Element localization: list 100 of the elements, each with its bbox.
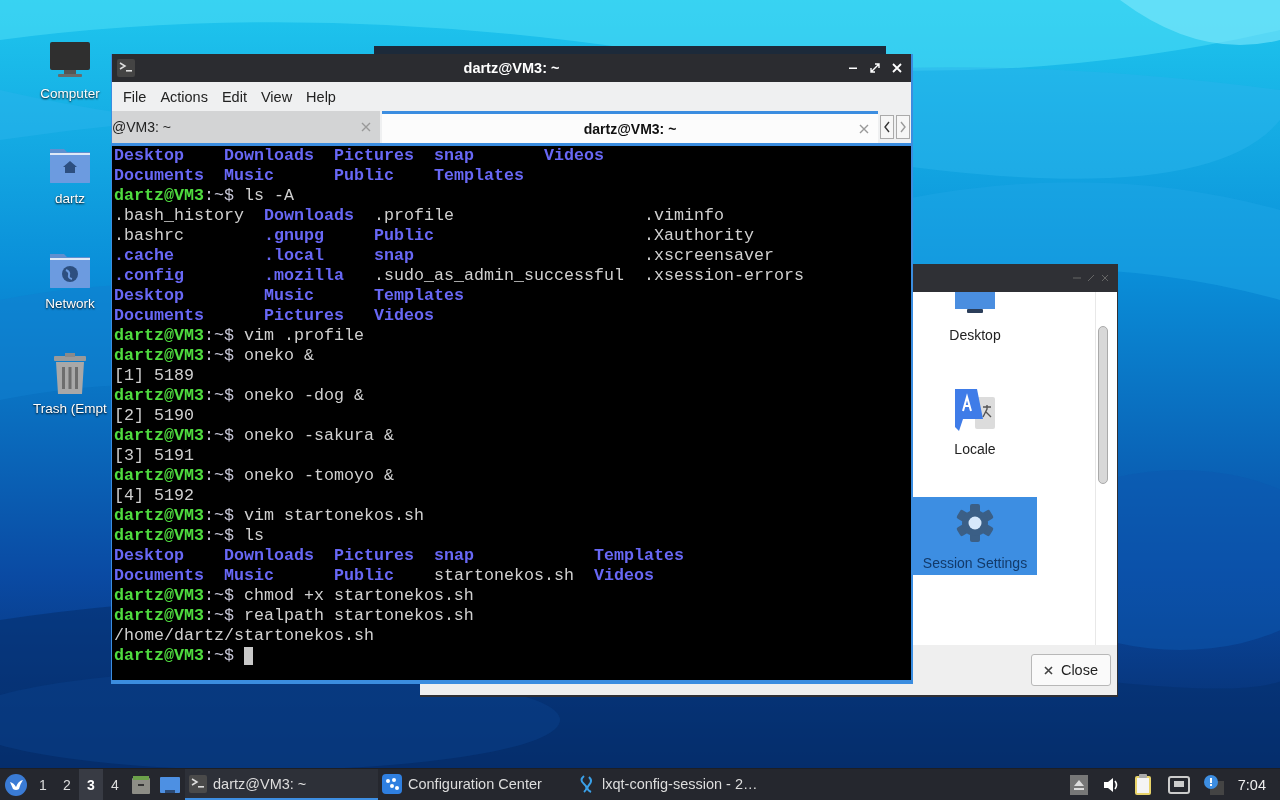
desktop-button[interactable]: 2 xyxy=(55,769,79,800)
task-button[interactable]: lxqt-config-session - 2… xyxy=(574,769,766,800)
folder-name: .gnupg xyxy=(264,226,324,245)
folder-name: snap xyxy=(434,546,474,565)
output-text: [2] 5190 xyxy=(114,406,194,426)
window-icon xyxy=(159,775,181,794)
file-name: .xsession-errors xyxy=(644,266,804,285)
cabinet-icon xyxy=(131,774,151,795)
file-name: startonekos.sh xyxy=(434,566,574,585)
file-name: .xscreensaver xyxy=(644,246,774,265)
tab[interactable]: dartz@VM3: ~ xyxy=(382,111,878,143)
folder-name: Music xyxy=(224,166,274,185)
output-text: [4] 5192 xyxy=(114,486,194,506)
folder-name: Public xyxy=(374,226,434,245)
prompt: dartz@VM3:~$ xyxy=(114,346,234,366)
folder-name: Templates xyxy=(594,546,684,565)
eject-icon[interactable] xyxy=(1069,774,1088,795)
scroll-left-button[interactable] xyxy=(880,115,894,139)
bird-logo-icon xyxy=(5,773,27,796)
folder-name: Pictures xyxy=(334,146,414,165)
prompt: dartz@VM3:~$ xyxy=(114,466,234,486)
chevron-right-icon xyxy=(899,121,907,133)
command-text: oneko -dog & xyxy=(243,386,364,406)
desktop-button[interactable]: 4 xyxy=(103,769,127,800)
prompt: dartz@VM3:~$ xyxy=(114,186,234,206)
output-text: [1] 5189 xyxy=(114,366,194,386)
file-name: .sudo_as_admin_successful xyxy=(374,266,624,285)
file-name: .bash_history xyxy=(114,206,244,225)
volume-icon[interactable] xyxy=(1101,775,1120,794)
chevron-left-icon xyxy=(883,121,891,133)
folder-name: Documents xyxy=(114,166,204,185)
command-text: oneko & xyxy=(243,346,314,366)
folder-name: Documents xyxy=(114,566,204,585)
settings-item[interactable]: Locale xyxy=(913,383,1037,461)
command-text: oneko -sakura & xyxy=(243,426,394,446)
desktop-button[interactable]: 3 xyxy=(79,769,103,800)
file-name: .bashrc xyxy=(114,226,184,245)
gear-icon xyxy=(955,503,995,543)
command-text: vim .profile xyxy=(243,326,364,346)
folder-name: Videos xyxy=(594,566,654,585)
command-text: oneko -tomoyo & xyxy=(243,466,394,486)
folder-name: Music xyxy=(224,566,274,585)
folder-name: snap xyxy=(374,246,414,265)
file-name: .profile xyxy=(374,206,454,225)
folder-name: Templates xyxy=(434,166,524,185)
menu-item[interactable]: Edit xyxy=(214,88,254,105)
folder-name: Templates xyxy=(374,286,464,305)
dots-app-icon xyxy=(382,773,402,794)
command-text: realpath startonekos.sh xyxy=(243,606,474,626)
tab[interactable]: @VM3: ~ xyxy=(112,111,380,143)
menu-item[interactable]: Help xyxy=(299,88,343,105)
folder-name: Desktop xyxy=(114,146,184,165)
output-text: /home/dartz/startonekos.sh xyxy=(114,626,374,646)
desktop-button[interactable]: 1 xyxy=(31,769,55,800)
prompt: dartz@VM3:~$ xyxy=(114,646,234,666)
folder-name: .mozilla xyxy=(264,266,344,285)
maximize-icon xyxy=(870,63,880,73)
folder-name: Music xyxy=(264,286,314,305)
folder-name: .cache xyxy=(114,246,174,265)
scrollbar[interactable] xyxy=(1098,326,1108,484)
folder-name: Pictures xyxy=(334,546,414,565)
prompt: dartz@VM3:~$ xyxy=(114,426,234,446)
close-button[interactable]: Close xyxy=(1030,654,1111,686)
folder-name: Desktop xyxy=(114,286,184,305)
settings-item[interactable]: Desktop xyxy=(913,292,1037,347)
folder-name: Documents xyxy=(114,306,204,325)
menu-item[interactable]: Actions xyxy=(153,88,215,105)
folder-name: snap xyxy=(434,146,474,165)
prompt: dartz@VM3:~$ xyxy=(114,606,234,626)
terminal-icon xyxy=(189,774,207,793)
command-text: ls xyxy=(243,526,264,546)
folder-name: .local xyxy=(264,246,324,265)
prompt: dartz@VM3:~$ xyxy=(114,586,234,606)
command-text: vim startonekos.sh xyxy=(243,506,424,526)
close-icon xyxy=(1043,665,1053,675)
window-title: dartz@VM3: ~ xyxy=(463,60,560,76)
close-icon[interactable] xyxy=(858,122,870,135)
command-text: chmod +x startonekos.sh xyxy=(243,586,474,606)
folder-name: .config xyxy=(114,266,184,285)
folder-name: Pictures xyxy=(264,306,344,325)
terminal-icon xyxy=(117,59,135,77)
clock[interactable]: 7:04 xyxy=(1237,776,1266,793)
folder-name: Videos xyxy=(544,146,604,165)
command-text: ls -A xyxy=(243,186,294,206)
menu-item[interactable]: File xyxy=(116,88,154,105)
task-button[interactable]: dartz@VM3: ~ xyxy=(185,769,378,800)
prompt: dartz@VM3:~$ xyxy=(114,526,234,546)
icon-label[interactable]: Trash (Empt xyxy=(33,401,107,416)
folder-name: Downloads xyxy=(224,546,314,565)
notification-icon[interactable] xyxy=(1203,774,1224,795)
folder-name: Public xyxy=(334,566,394,585)
clipboard-icon[interactable] xyxy=(1133,773,1154,796)
icon-label[interactable]: Network xyxy=(45,296,95,311)
menu-item[interactable]: View xyxy=(253,88,300,105)
prompt: dartz@VM3:~$ xyxy=(114,506,234,526)
folder-name: Videos xyxy=(374,306,434,325)
prompt: dartz@VM3:~$ xyxy=(114,386,234,406)
task-button[interactable]: Configuration Center xyxy=(378,769,574,800)
network-icon[interactable] xyxy=(1167,775,1190,794)
prompt: dartz@VM3:~$ xyxy=(114,326,234,346)
